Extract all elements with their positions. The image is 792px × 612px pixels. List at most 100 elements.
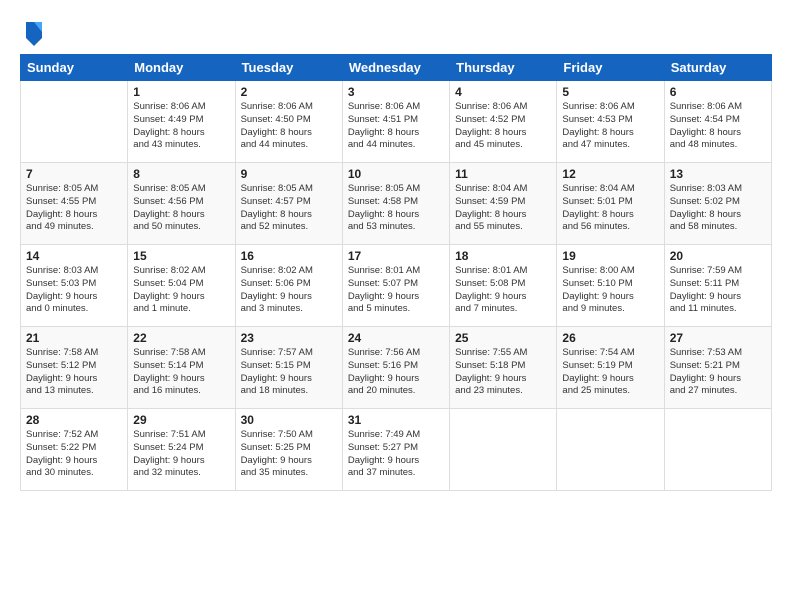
day-info: Sunrise: 8:05 AM Sunset: 4:57 PM Dayligh… bbox=[241, 183, 337, 234]
day-info: Sunrise: 8:05 AM Sunset: 4:58 PM Dayligh… bbox=[348, 183, 444, 234]
day-number: 2 bbox=[241, 85, 337, 99]
calendar-cell: 24Sunrise: 7:56 AM Sunset: 5:16 PM Dayli… bbox=[342, 327, 449, 409]
day-number: 25 bbox=[455, 331, 551, 345]
calendar-cell: 29 Sunrise: 7:51 AM Sunset: 5:24 PM Dayli… bbox=[128, 409, 235, 491]
calendar-table: SundayMondayTuesdayWednesdayThursdayFrid… bbox=[20, 54, 772, 491]
day-number: 8 bbox=[133, 167, 229, 181]
day-info: Sunrise: 8:05 AM Sunset: 4:56 PM Dayligh… bbox=[133, 183, 229, 234]
day-number: 4 bbox=[455, 85, 551, 99]
calendar-cell: 18 Sunrise: 8:01 AM Sunset: 5:08 PM Dayli… bbox=[450, 245, 557, 327]
day-number: 19 bbox=[562, 249, 658, 263]
week-row-4: 28 Sunrise: 7:52 AM Sunset: 5:22 PM Dayli… bbox=[21, 409, 772, 491]
day-info: Sunrise: 8:01 AM Sunset: 5:08 PM Dayligh… bbox=[455, 265, 551, 316]
day-number: 5 bbox=[562, 85, 658, 99]
day-number: 9 bbox=[241, 167, 337, 181]
day-number: 22 bbox=[133, 331, 229, 345]
calendar-cell: 28 Sunrise: 7:52 AM Sunset: 5:22 PM Dayli… bbox=[21, 409, 128, 491]
weekday-header-sunday: Sunday bbox=[21, 55, 128, 81]
weekday-header-tuesday: Tuesday bbox=[235, 55, 342, 81]
day-number: 10 bbox=[348, 167, 444, 181]
calendar-cell: 10 Sunrise: 8:05 AM Sunset: 4:58 PM Dayli… bbox=[342, 163, 449, 245]
day-number: 17 bbox=[348, 249, 444, 263]
calendar-cell: 31 Sunrise: 7:49 AM Sunset: 5:27 PM Dayli… bbox=[342, 409, 449, 491]
calendar-cell: 17 Sunrise: 8:01 AM Sunset: 5:07 PM Dayli… bbox=[342, 245, 449, 327]
day-number: 21 bbox=[26, 331, 122, 345]
calendar-cell: 26Sunrise: 7:54 AM Sunset: 5:19 PM Dayli… bbox=[557, 327, 664, 409]
day-info: Sunrise: 8:03 AM Sunset: 5:02 PM Dayligh… bbox=[670, 183, 766, 234]
calendar-cell: 20 Sunrise: 7:59 AM Sunset: 5:11 PM Dayli… bbox=[664, 245, 771, 327]
week-row-3: 21Sunrise: 7:58 AM Sunset: 5:12 PM Dayli… bbox=[21, 327, 772, 409]
day-info: Sunrise: 7:57 AM Sunset: 5:15 PM Dayligh… bbox=[241, 347, 337, 398]
day-info: Sunrise: 8:01 AM Sunset: 5:07 PM Dayligh… bbox=[348, 265, 444, 316]
day-number: 29 bbox=[133, 413, 229, 427]
logo-icon bbox=[22, 18, 46, 46]
page: SundayMondayTuesdayWednesdayThursdayFrid… bbox=[0, 0, 792, 612]
calendar-cell: 30Sunrise: 7:50 AM Sunset: 5:25 PM Dayli… bbox=[235, 409, 342, 491]
day-info: Sunrise: 8:04 AM Sunset: 5:01 PM Dayligh… bbox=[562, 183, 658, 234]
calendar-cell: 16 Sunrise: 8:02 AM Sunset: 5:06 PM Dayli… bbox=[235, 245, 342, 327]
weekday-header-wednesday: Wednesday bbox=[342, 55, 449, 81]
day-info: Sunrise: 8:00 AM Sunset: 5:10 PM Dayligh… bbox=[562, 265, 658, 316]
day-info: Sunrise: 7:52 AM Sunset: 5:22 PM Dayligh… bbox=[26, 429, 122, 480]
day-number: 27 bbox=[670, 331, 766, 345]
day-number: 13 bbox=[670, 167, 766, 181]
calendar-cell: 12 Sunrise: 8:04 AM Sunset: 5:01 PM Dayli… bbox=[557, 163, 664, 245]
day-info: Sunrise: 8:06 AM Sunset: 4:50 PM Dayligh… bbox=[241, 101, 337, 152]
calendar-cell: 5 Sunrise: 8:06 AM Sunset: 4:53 PM Daylig… bbox=[557, 81, 664, 163]
calendar-cell: 4 Sunrise: 8:06 AM Sunset: 4:52 PM Daylig… bbox=[450, 81, 557, 163]
weekday-header-monday: Monday bbox=[128, 55, 235, 81]
weekday-header-thursday: Thursday bbox=[450, 55, 557, 81]
day-number: 23 bbox=[241, 331, 337, 345]
day-number: 12 bbox=[562, 167, 658, 181]
day-info: Sunrise: 8:06 AM Sunset: 4:49 PM Dayligh… bbox=[133, 101, 229, 152]
calendar-cell: 6 Sunrise: 8:06 AM Sunset: 4:54 PM Daylig… bbox=[664, 81, 771, 163]
header bbox=[20, 18, 772, 46]
calendar-cell: 9 Sunrise: 8:05 AM Sunset: 4:57 PM Daylig… bbox=[235, 163, 342, 245]
day-info: Sunrise: 8:02 AM Sunset: 5:04 PM Dayligh… bbox=[133, 265, 229, 316]
day-number: 6 bbox=[670, 85, 766, 99]
day-info: Sunrise: 8:06 AM Sunset: 4:51 PM Dayligh… bbox=[348, 101, 444, 152]
calendar-cell: 15Sunrise: 8:02 AM Sunset: 5:04 PM Dayli… bbox=[128, 245, 235, 327]
day-number: 1 bbox=[133, 85, 229, 99]
calendar-cell: 25 Sunrise: 7:55 AM Sunset: 5:18 PM Dayli… bbox=[450, 327, 557, 409]
calendar-cell: 23 Sunrise: 7:57 AM Sunset: 5:15 PM Dayli… bbox=[235, 327, 342, 409]
day-info: Sunrise: 8:02 AM Sunset: 5:06 PM Dayligh… bbox=[241, 265, 337, 316]
logo bbox=[20, 18, 46, 46]
weekday-header-row: SundayMondayTuesdayWednesdayThursdayFrid… bbox=[21, 55, 772, 81]
day-number: 31 bbox=[348, 413, 444, 427]
weekday-header-saturday: Saturday bbox=[664, 55, 771, 81]
day-number: 7 bbox=[26, 167, 122, 181]
calendar-cell: 13 Sunrise: 8:03 AM Sunset: 5:02 PM Dayli… bbox=[664, 163, 771, 245]
calendar-cell bbox=[21, 81, 128, 163]
day-info: Sunrise: 8:04 AM Sunset: 4:59 PM Dayligh… bbox=[455, 183, 551, 234]
day-number: 28 bbox=[26, 413, 122, 427]
day-number: 26 bbox=[562, 331, 658, 345]
calendar-cell: 11Sunrise: 8:04 AM Sunset: 4:59 PM Dayli… bbox=[450, 163, 557, 245]
day-info: Sunrise: 7:53 AM Sunset: 5:21 PM Dayligh… bbox=[670, 347, 766, 398]
week-row-2: 14 Sunrise: 8:03 AM Sunset: 5:03 PM Dayli… bbox=[21, 245, 772, 327]
calendar-cell bbox=[664, 409, 771, 491]
calendar-cell: 7Sunrise: 8:05 AM Sunset: 4:55 PM Daylig… bbox=[21, 163, 128, 245]
calendar-cell: 8 Sunrise: 8:05 AM Sunset: 4:56 PM Daylig… bbox=[128, 163, 235, 245]
day-info: Sunrise: 7:51 AM Sunset: 5:24 PM Dayligh… bbox=[133, 429, 229, 480]
day-info: Sunrise: 8:06 AM Sunset: 4:54 PM Dayligh… bbox=[670, 101, 766, 152]
day-info: Sunrise: 7:56 AM Sunset: 5:16 PM Dayligh… bbox=[348, 347, 444, 398]
calendar-cell bbox=[450, 409, 557, 491]
calendar-cell: 14 Sunrise: 8:03 AM Sunset: 5:03 PM Dayli… bbox=[21, 245, 128, 327]
week-row-1: 7Sunrise: 8:05 AM Sunset: 4:55 PM Daylig… bbox=[21, 163, 772, 245]
day-number: 16 bbox=[241, 249, 337, 263]
day-info: Sunrise: 7:49 AM Sunset: 5:27 PM Dayligh… bbox=[348, 429, 444, 480]
weekday-header-friday: Friday bbox=[557, 55, 664, 81]
calendar-cell: 22Sunrise: 7:58 AM Sunset: 5:14 PM Dayli… bbox=[128, 327, 235, 409]
day-info: Sunrise: 7:59 AM Sunset: 5:11 PM Dayligh… bbox=[670, 265, 766, 316]
day-info: Sunrise: 8:03 AM Sunset: 5:03 PM Dayligh… bbox=[26, 265, 122, 316]
calendar-cell: 21Sunrise: 7:58 AM Sunset: 5:12 PM Dayli… bbox=[21, 327, 128, 409]
day-number: 14 bbox=[26, 249, 122, 263]
day-info: Sunrise: 8:06 AM Sunset: 4:53 PM Dayligh… bbox=[562, 101, 658, 152]
day-number: 3 bbox=[348, 85, 444, 99]
day-info: Sunrise: 8:06 AM Sunset: 4:52 PM Dayligh… bbox=[455, 101, 551, 152]
day-number: 20 bbox=[670, 249, 766, 263]
calendar-cell: 27 Sunrise: 7:53 AM Sunset: 5:21 PM Dayli… bbox=[664, 327, 771, 409]
day-info: Sunrise: 7:55 AM Sunset: 5:18 PM Dayligh… bbox=[455, 347, 551, 398]
day-number: 18 bbox=[455, 249, 551, 263]
